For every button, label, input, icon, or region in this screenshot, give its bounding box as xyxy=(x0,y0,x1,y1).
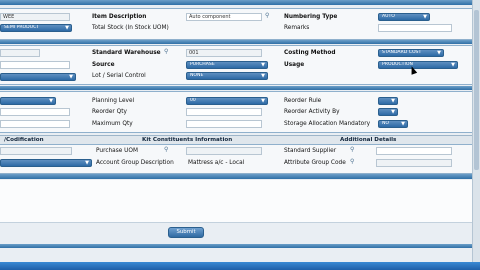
bottom-bar xyxy=(0,244,473,248)
purchase-uom-search-icon[interactable]: ⚲ xyxy=(164,146,168,153)
total-stock-label: Total Stock (In Stock UOM) xyxy=(92,25,169,31)
usage-label: Usage xyxy=(284,62,305,68)
storage-allocation-label: Storage Allocation Mandatory xyxy=(284,121,371,127)
attribute-group-search-icon[interactable]: ⚲ xyxy=(350,158,354,165)
attribute-group-field[interactable] xyxy=(376,159,452,167)
scrollbar-thumb[interactable] xyxy=(474,10,479,170)
left-select-3[interactable]: ▼ xyxy=(0,97,56,105)
standard-warehouse-label: Standard Warehouse xyxy=(92,50,161,56)
left-field-6[interactable] xyxy=(0,147,72,155)
item-type-select[interactable]: SEMI PRODUCT ▼ xyxy=(0,24,72,32)
usage-select[interactable]: PRODUCTION ▼ xyxy=(378,61,458,69)
remarks-label: Remarks xyxy=(284,25,310,31)
left-field-1[interactable]: WEE xyxy=(0,13,70,21)
top-header-bar xyxy=(0,0,480,5)
account-group-label: Account Group Description xyxy=(96,160,174,166)
reorder-activity-select[interactable]: ▼ xyxy=(378,108,398,116)
remarks-field[interactable] xyxy=(378,24,452,32)
storage-allocation-select[interactable]: NO ▼ xyxy=(378,120,408,128)
reorder-qty-field[interactable] xyxy=(186,108,262,116)
item-description-search-icon[interactable]: ⚲ xyxy=(265,12,269,19)
reorder-rule-select[interactable]: ▼ xyxy=(378,97,398,105)
reorder-qty-label: Reorder Qty xyxy=(92,109,127,115)
account-group-value: Mattress a/c - Local xyxy=(188,160,245,166)
standard-supplier-label: Standard Supplier xyxy=(284,148,337,154)
grid-area xyxy=(0,180,473,223)
taskbar xyxy=(0,262,480,270)
planning-level-select[interactable]: 00 ▼ xyxy=(186,97,268,105)
tab-kit-constituents[interactable]: Kit Constituents Information xyxy=(142,136,232,144)
source-select[interactable]: PURCHASE ▼ xyxy=(186,61,268,69)
tab-codification[interactable]: /Codification xyxy=(4,136,44,144)
lot-serial-label: Lot / Serial Control xyxy=(92,73,146,79)
lot-serial-select[interactable]: NONE ▼ xyxy=(186,72,268,80)
left-field-5[interactable] xyxy=(0,120,70,128)
standard-warehouse-field[interactable]: 001 xyxy=(186,49,262,57)
item-description-field[interactable]: Auto component xyxy=(186,13,262,21)
purchase-uom-label: Purchase UOM xyxy=(96,148,138,154)
numbering-type-select[interactable]: AUTO ▼ xyxy=(378,13,430,21)
left-field-3[interactable] xyxy=(0,61,70,69)
vertical-scrollbar[interactable] xyxy=(472,0,480,262)
numbering-type-label: Numbering Type xyxy=(284,14,338,20)
left-field-4[interactable] xyxy=(0,108,70,116)
reorder-activity-label: Reorder Activity By xyxy=(284,109,340,115)
left-select-2[interactable]: ▼ xyxy=(0,73,76,81)
attribute-group-label: Attribute Group Code xyxy=(284,160,346,166)
maximum-qty-label: Maximum Qty xyxy=(92,121,133,127)
reorder-rule-label: Reorder Rule xyxy=(284,98,322,104)
grid-header xyxy=(0,174,473,179)
maximum-qty-field[interactable] xyxy=(186,120,262,128)
left-select-4[interactable]: ▼ xyxy=(0,159,92,167)
costing-method-select[interactable]: STANDARD COST ▼ xyxy=(378,49,444,57)
purchase-uom-field[interactable] xyxy=(186,147,262,155)
standard-supplier-search-icon[interactable]: ⚲ xyxy=(350,146,354,153)
submit-button[interactable]: Submit xyxy=(168,227,204,238)
section-2-header xyxy=(0,40,473,44)
source-label: Source xyxy=(92,62,115,68)
standard-supplier-field[interactable] xyxy=(376,147,452,155)
planning-level-label: Planning Level xyxy=(92,98,135,104)
tab-additional-details[interactable]: Additional Details xyxy=(340,136,396,144)
standard-warehouse-search-icon[interactable]: ⚲ xyxy=(164,48,168,55)
costing-method-label: Costing Method xyxy=(284,50,336,56)
item-description-label: Item Description xyxy=(92,14,147,20)
left-field-2[interactable] xyxy=(0,49,40,57)
section-3-header xyxy=(0,86,473,90)
